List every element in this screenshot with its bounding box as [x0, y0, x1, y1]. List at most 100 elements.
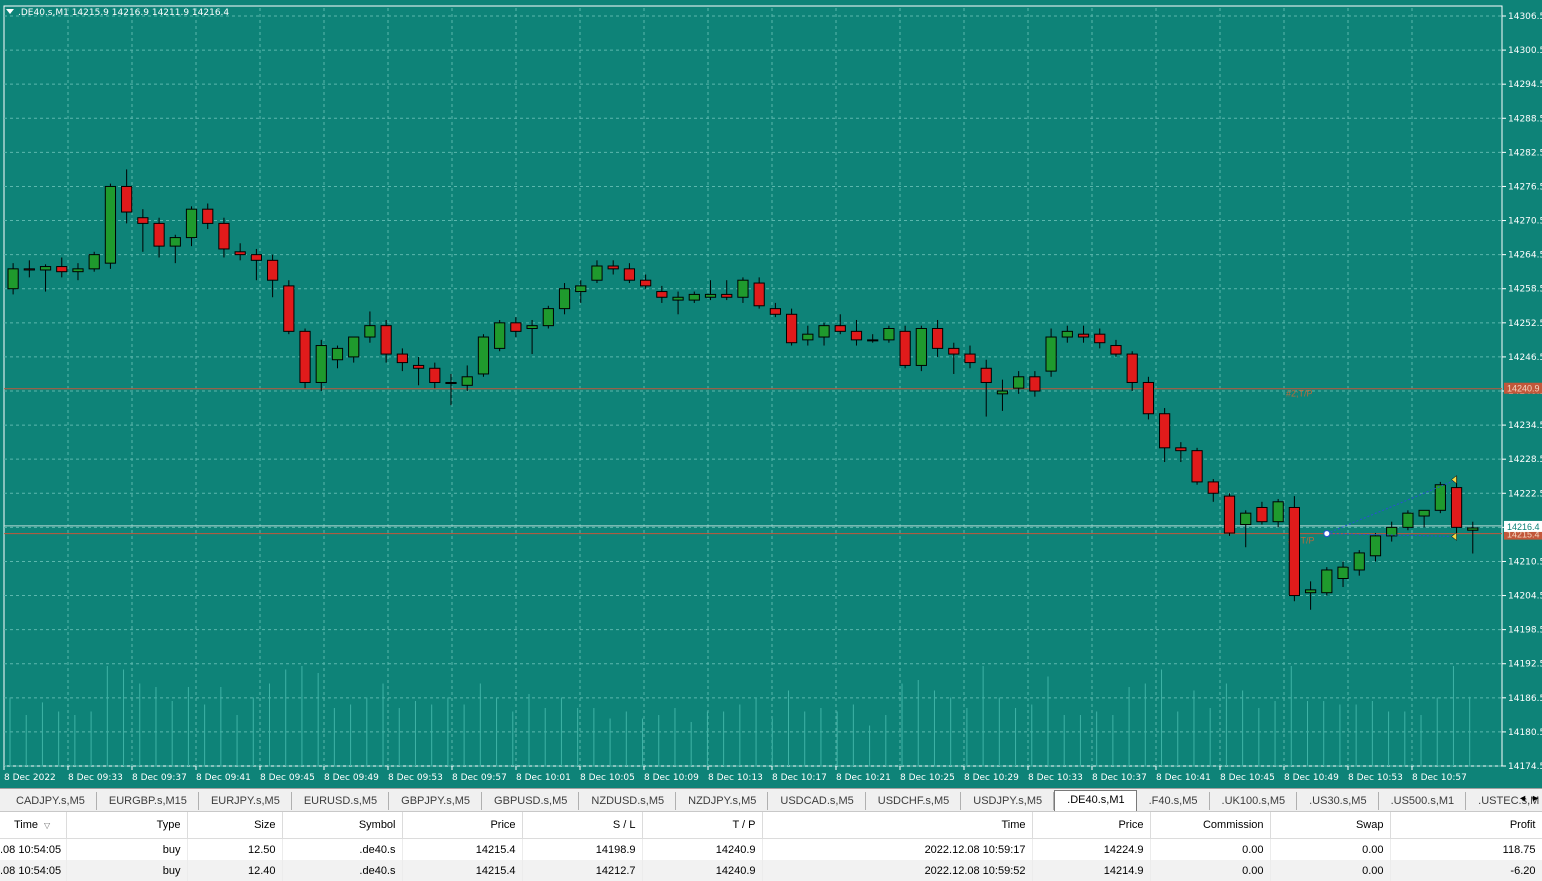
candle-body[interactable]	[1192, 451, 1202, 482]
candle-body[interactable]	[462, 377, 472, 386]
collapse-triangle-icon[interactable]	[6, 9, 14, 14]
column-header[interactable]: S / L	[522, 812, 642, 839]
candle-body[interactable]	[89, 255, 99, 269]
candle-body[interactable]	[1241, 513, 1251, 524]
candle-body[interactable]	[1111, 346, 1121, 355]
candle-body[interactable]	[1451, 488, 1461, 528]
chart-tab[interactable]: EURGBP.s,M15	[97, 792, 199, 810]
candle-body[interactable]	[527, 326, 537, 329]
candle-body[interactable]	[1224, 496, 1234, 533]
candle-body[interactable]	[770, 309, 780, 315]
chart-tab[interactable]: NZDUSD.s,M5	[579, 792, 676, 810]
candle-body[interactable]	[24, 269, 34, 270]
chart-header[interactable]: .DE40.s,M1 14215.9 14216.9 14211.9 14216…	[6, 8, 229, 18]
candle-body[interactable]	[559, 289, 569, 309]
candle-body[interactable]	[251, 255, 261, 261]
candle-body[interactable]	[316, 346, 326, 383]
column-header[interactable]: Type	[66, 812, 187, 839]
column-header[interactable]: Symbol	[282, 812, 402, 839]
candle-body[interactable]	[1289, 507, 1299, 595]
chart-tab[interactable]: .DE40.s,M1	[1054, 790, 1136, 811]
candle-body[interactable]	[868, 340, 878, 341]
candle-body[interactable]	[754, 283, 764, 306]
candle-body[interactable]	[1403, 513, 1413, 527]
column-header[interactable]: Swap	[1270, 812, 1390, 839]
candle-body[interactable]	[1208, 482, 1218, 493]
candle-body[interactable]	[1305, 590, 1315, 593]
candle-body[interactable]	[576, 286, 586, 292]
candle-body[interactable]	[430, 368, 440, 382]
candle-body[interactable]	[965, 354, 975, 363]
scroll-left-icon[interactable]: ◄	[1518, 793, 1527, 803]
candle-body[interactable]	[1322, 570, 1332, 593]
candle-body[interactable]	[1468, 528, 1478, 530]
candle-body[interactable]	[1160, 414, 1170, 448]
candle-body[interactable]	[1127, 354, 1137, 382]
chart-tab[interactable]: USDCHF.s,M5	[866, 792, 962, 810]
chart-tab[interactable]: USDJPY.s,M5	[961, 792, 1054, 810]
candle-body[interactable]	[267, 260, 277, 280]
candle-body[interactable]	[624, 269, 634, 280]
candle-body[interactable]	[900, 331, 910, 365]
candle-body[interactable]	[819, 326, 829, 337]
candle-body[interactable]	[1435, 485, 1445, 511]
candle-body[interactable]	[381, 326, 391, 354]
candle-body[interactable]	[511, 323, 521, 332]
price-chart[interactable]: 14306.514300.514294.514288.514282.514276…	[0, 0, 1542, 788]
candle-body[interactable]	[73, 269, 83, 272]
candle-body[interactable]	[397, 354, 407, 363]
candle-body[interactable]	[235, 252, 245, 255]
chart-tab[interactable]: .US30.s,M5	[1297, 792, 1378, 810]
candle-body[interactable]	[219, 223, 229, 249]
chart-tab[interactable]: NZDJPY.s,M5	[676, 792, 768, 810]
candle-body[interactable]	[1095, 334, 1105, 343]
column-header[interactable]: Price	[402, 812, 522, 839]
candle-body[interactable]	[673, 297, 683, 300]
candle-body[interactable]	[657, 292, 667, 298]
candle-body[interactable]	[8, 269, 18, 289]
candle-body[interactable]	[916, 329, 926, 366]
candle-body[interactable]	[138, 218, 148, 224]
candle-body[interactable]	[738, 280, 748, 297]
scroll-right-icon[interactable]: ►	[1531, 793, 1540, 803]
candle-body[interactable]	[478, 337, 488, 374]
candle-body[interactable]	[1338, 567, 1348, 578]
candle-body[interactable]	[186, 209, 196, 237]
candle-body[interactable]	[1143, 382, 1153, 413]
chart-tab[interactable]: EURUSD.s,M5	[292, 792, 389, 810]
candle-body[interactable]	[932, 329, 942, 349]
chart-tab[interactable]: .UK100.s,M5	[1210, 792, 1298, 810]
trade-exit-marker[interactable]	[1452, 476, 1457, 484]
chart-tab[interactable]: .US500.s,M1	[1379, 792, 1467, 810]
chart-tab[interactable]: USDCAD.s,M5	[768, 792, 865, 810]
candle-body[interactable]	[40, 267, 50, 270]
candle-body[interactable]	[803, 334, 813, 340]
trade-entry-marker[interactable]	[1324, 531, 1330, 537]
candle-body[interactable]	[705, 294, 715, 297]
column-header[interactable]: Size	[187, 812, 282, 839]
chart-tab[interactable]: EURJPY.s,M5	[199, 792, 292, 810]
sort-descending-icon[interactable]: ▽	[44, 821, 50, 830]
candle-body[interactable]	[1257, 507, 1267, 521]
chart-tab[interactable]: CADJPY.s,M5	[4, 792, 97, 810]
candle-body[interactable]	[1370, 536, 1380, 556]
candle-body[interactable]	[981, 368, 991, 382]
candle-body[interactable]	[349, 337, 359, 357]
candle-body[interactable]	[1273, 502, 1283, 522]
candle-body[interactable]	[641, 280, 651, 286]
candle-body[interactable]	[300, 331, 310, 382]
candle-body[interactable]	[1354, 553, 1364, 570]
candle-body[interactable]	[203, 209, 213, 223]
candle-body[interactable]	[1419, 510, 1429, 516]
column-header[interactable]: Commission	[1150, 812, 1270, 839]
candle-body[interactable]	[105, 186, 115, 263]
candle-body[interactable]	[851, 331, 861, 340]
candle-body[interactable]	[949, 348, 959, 354]
candle-body[interactable]	[1176, 448, 1186, 451]
candle-body[interactable]	[170, 238, 180, 247]
candle-body[interactable]	[1030, 377, 1040, 391]
candle-body[interactable]	[608, 266, 618, 269]
candle-body[interactable]	[997, 391, 1007, 394]
candle-body[interactable]	[835, 326, 845, 332]
table-row[interactable]: .08 10:54:05buy12.40.de40.s14215.414212.…	[0, 860, 1542, 881]
